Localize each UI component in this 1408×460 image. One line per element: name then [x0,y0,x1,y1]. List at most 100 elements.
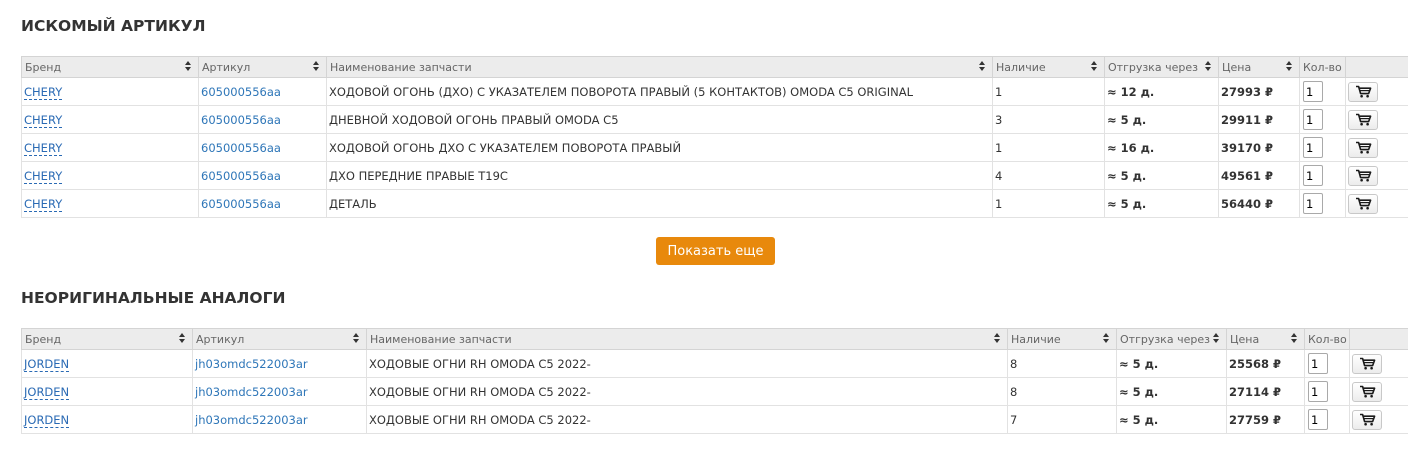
quantity-input[interactable] [1303,109,1323,130]
section-title-analogs: НЕОРИГИНАЛЬНЫЕ АНАЛОГИ [21,289,286,307]
column-header-article[interactable]: Артикул [198,56,327,78]
shopping-cart-icon [1355,141,1371,154]
price-value: 27759 ₽ [1226,405,1305,434]
article-link[interactable]: 605000556aa [201,141,281,155]
article-link[interactable]: 605000556aa [201,85,281,99]
quantity-input[interactable] [1303,165,1323,186]
price-value: 56440 ₽ [1218,189,1300,218]
shopping-cart-icon [1359,357,1375,370]
analogs-results-table: Бренд Артикул Наименование запчасти Нали… [21,328,1408,434]
show-more-button[interactable]: Показать еще [656,237,775,265]
part-name: ХОДОВЫЕ ОГНИ RH OMODA C5 2022- [366,405,1008,434]
add-to-cart-button[interactable] [1352,381,1382,402]
brand-link[interactable]: JORDEN [24,384,70,400]
column-header-qty: Кол-во [1304,328,1350,350]
brand-link[interactable]: CHERY [24,112,63,128]
column-header-price[interactable]: Цена [1226,328,1305,350]
price-value: 29911 ₽ [1218,105,1300,134]
column-header-stock[interactable]: Наличие [1007,328,1117,350]
add-to-cart-button[interactable] [1348,193,1378,214]
brand-link[interactable]: CHERY [24,140,63,156]
column-header-article[interactable]: Артикул [192,328,367,350]
stock-count: 1 [992,133,1105,162]
column-header-cart [1349,328,1408,350]
sort-arrows-icon [353,333,360,345]
brand-link[interactable]: JORDEN [24,356,70,372]
shopping-cart-icon [1355,197,1371,210]
article-link[interactable]: jh03omdc522003ar [195,413,308,427]
brand-link[interactable]: CHERY [24,84,63,100]
table-header-row: Бренд Артикул Наименование запчасти Нали… [21,328,1408,350]
quantity-input[interactable] [1308,353,1328,374]
column-header-brand[interactable]: Бренд [21,56,199,78]
column-header-delivery[interactable]: Отгрузка через [1116,328,1227,350]
table-row: CHERY 605000556aa ХОДОВОЙ ОГОНЬ (ДХО) С … [21,77,1408,106]
table-row: JORDEN jh03omdc522003ar ХОДОВЫЕ ОГНИ RH … [21,405,1408,434]
delivery-time: ≈ 5 д. [1104,161,1219,190]
brand-link[interactable]: CHERY [24,168,63,184]
delivery-time: ≈ 16 д. [1104,133,1219,162]
add-to-cart-button[interactable] [1348,109,1378,130]
sort-arrows-icon [1205,61,1212,73]
add-to-cart-button[interactable] [1352,353,1382,374]
column-header-delivery[interactable]: Отгрузка через [1104,56,1219,78]
shopping-cart-icon [1355,85,1371,98]
sort-arrows-icon [1103,333,1110,345]
quantity-input[interactable] [1303,137,1323,158]
article-link[interactable]: 605000556aa [201,197,281,211]
column-header-name[interactable]: Наименование запчасти [326,56,993,78]
sort-arrows-icon [185,61,192,73]
price-value: 39170 ₽ [1218,133,1300,162]
sort-arrows-icon [1213,333,1220,345]
quantity-input[interactable] [1308,409,1328,430]
quantity-input[interactable] [1308,381,1328,402]
column-header-stock[interactable]: Наличие [992,56,1105,78]
column-header-brand[interactable]: Бренд [21,328,193,350]
article-link[interactable]: 605000556aa [201,113,281,127]
article-link[interactable]: jh03omdc522003ar [195,357,308,371]
sort-arrows-icon [1291,333,1298,345]
brand-link[interactable]: JORDEN [24,412,70,428]
table-row: JORDEN jh03omdc522003ar ХОДОВЫЕ ОГНИ RH … [21,349,1408,378]
table-row: CHERY 605000556aa ХОДОВОЙ ОГОНЬ ДХО С УК… [21,133,1408,162]
sort-arrows-icon [313,61,320,73]
column-header-name[interactable]: Наименование запчасти [366,328,1008,350]
delivery-time: ≈ 5 д. [1104,189,1219,218]
column-header-qty: Кол-во [1299,56,1346,78]
table-row: CHERY 605000556aa ДХО ПЕРЕДНИЕ ПРАВЫЕ T1… [21,161,1408,190]
shopping-cart-icon [1355,169,1371,182]
add-to-cart-button[interactable] [1352,409,1382,430]
price-value: 27993 ₽ [1218,77,1300,106]
table-header-row: Бренд Артикул Наименование запчасти Нали… [21,56,1408,78]
quantity-input[interactable] [1303,81,1323,102]
brand-link[interactable]: CHERY [24,196,63,212]
shopping-cart-icon [1359,385,1375,398]
delivery-time: ≈ 5 д. [1116,405,1227,434]
column-header-price[interactable]: Цена [1218,56,1300,78]
price-value: 27114 ₽ [1226,377,1305,406]
part-name: ДХО ПЕРЕДНИЕ ПРАВЫЕ T19C [326,161,993,190]
add-to-cart-button[interactable] [1348,81,1378,102]
stock-count: 3 [992,105,1105,134]
delivery-time: ≈ 5 д. [1116,349,1227,378]
sort-arrows-icon [1091,61,1098,73]
stock-count: 4 [992,161,1105,190]
stock-count: 8 [1007,377,1117,406]
delivery-time: ≈ 12 д. [1104,77,1219,106]
table-row: JORDEN jh03omdc522003ar ХОДОВЫЕ ОГНИ RH … [21,377,1408,406]
table-row: CHERY 605000556aa ДНЕВНОЙ ХОДОВОЙ ОГОНЬ … [21,105,1408,134]
shopping-cart-icon [1355,113,1371,126]
sort-arrows-icon [994,333,1001,345]
column-header-cart [1345,56,1408,78]
quantity-input[interactable] [1303,193,1323,214]
part-name: ХОДОВЫЕ ОГНИ RH OMODA C5 2022- [366,349,1008,378]
delivery-time: ≈ 5 д. [1116,377,1227,406]
article-link[interactable]: jh03omdc522003ar [195,385,308,399]
sort-arrows-icon [979,61,986,73]
article-link[interactable]: 605000556aa [201,169,281,183]
sort-arrows-icon [179,333,186,345]
table-row: CHERY 605000556aa ДЕТАЛЬ 1 ≈ 5 д. 56440 … [21,189,1408,218]
add-to-cart-button[interactable] [1348,137,1378,158]
part-name: ХОДОВЫЕ ОГНИ RH OMODA C5 2022- [366,377,1008,406]
add-to-cart-button[interactable] [1348,165,1378,186]
